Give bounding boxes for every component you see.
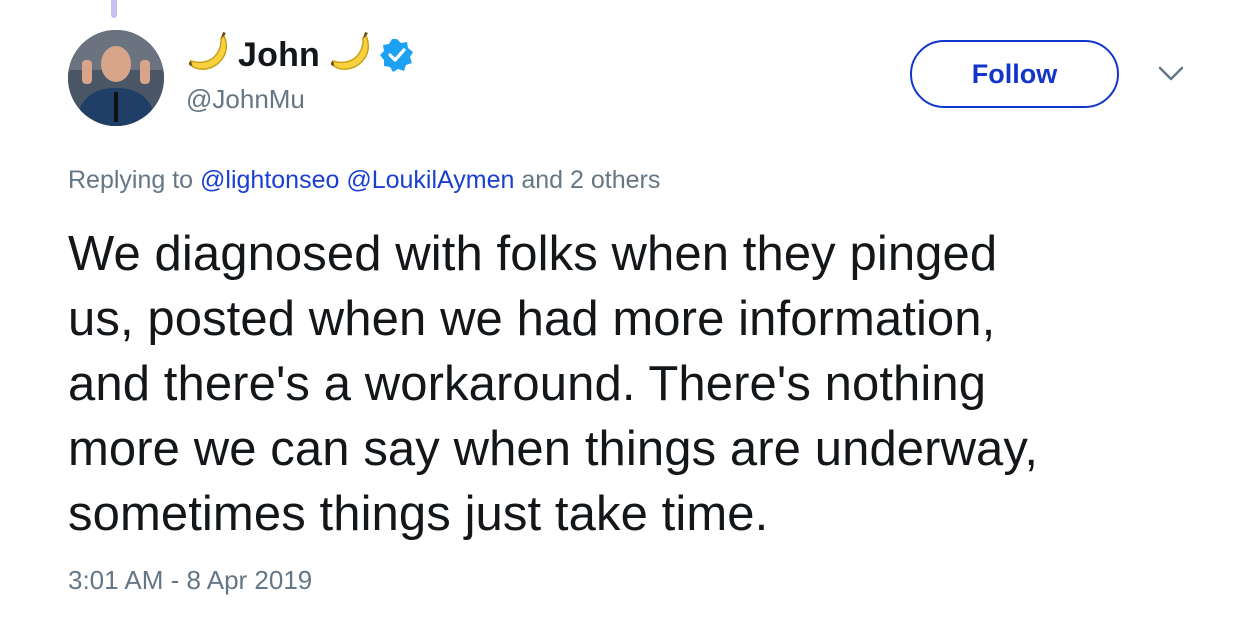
reply-prefix: Replying to bbox=[68, 166, 194, 194]
reply-others[interactable]: and 2 others bbox=[521, 166, 660, 194]
mention-link-lightonseo[interactable]: @lightonseo bbox=[200, 166, 339, 194]
mention-link-loukilaymen[interactable]: @LoukilAymen bbox=[346, 166, 514, 194]
tweet-body: We diagnosed with folks when they pinged… bbox=[68, 222, 1188, 547]
author-block[interactable]: John @JohnMu bbox=[186, 30, 414, 115]
avatar[interactable] bbox=[68, 30, 164, 126]
name-row: John bbox=[186, 30, 414, 80]
tweet-text-line: more we can say when things are underway… bbox=[68, 422, 1039, 476]
follow-button[interactable]: Follow bbox=[910, 40, 1119, 108]
tweet-text-line: sometimes things just take time. bbox=[68, 487, 769, 541]
tweet-text-line: We diagnosed with folks when they pinged bbox=[68, 227, 998, 281]
banana-icon bbox=[186, 32, 230, 78]
display-name: John bbox=[238, 35, 321, 74]
reply-context: Replying to @lightonseo @LoukilAymen and… bbox=[68, 166, 660, 195]
thread-connector-line bbox=[111, 0, 117, 18]
verified-badge-icon bbox=[380, 38, 414, 72]
author-handle: @JohnMu bbox=[186, 84, 305, 114]
chevron-down-icon[interactable] bbox=[1158, 66, 1184, 82]
banana-icon bbox=[328, 32, 372, 78]
tweet-text-line: and there's a workaround. There's nothin… bbox=[68, 357, 987, 411]
tweet-text-line: us, posted when we had more information, bbox=[68, 292, 996, 346]
tweet-timestamp[interactable]: 3:01 AM - 8 Apr 2019 bbox=[68, 565, 312, 596]
